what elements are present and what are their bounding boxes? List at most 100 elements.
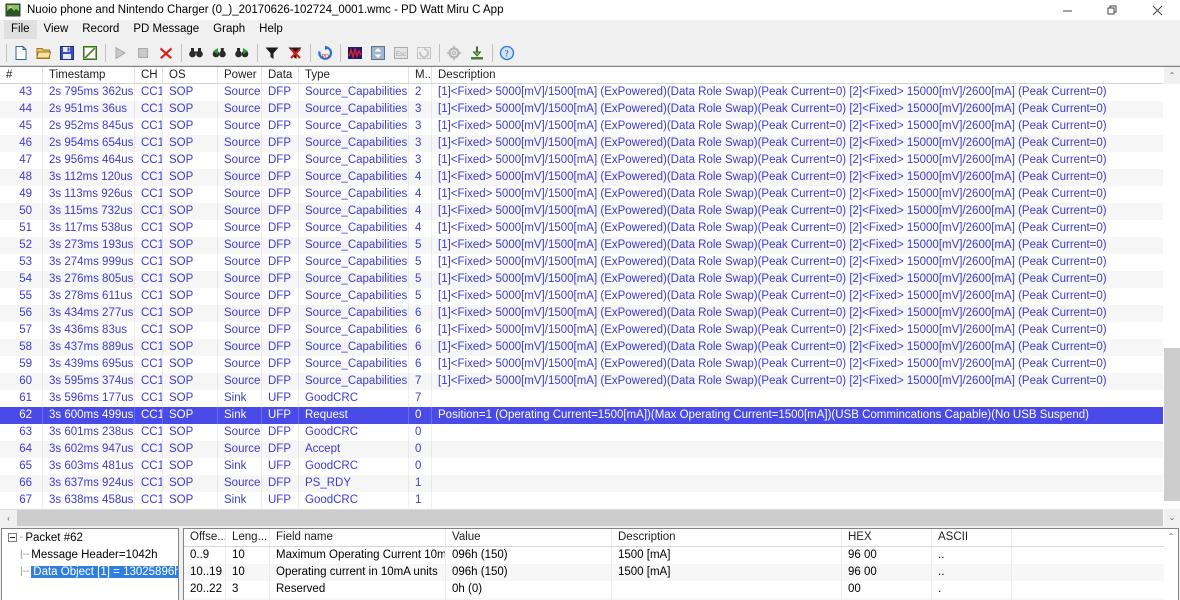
tree-root-node[interactable]: - Packet #62 <box>2 529 178 546</box>
minimize-button[interactable] <box>1045 0 1090 20</box>
packet-cell-type: Source_Capabilities <box>299 101 409 118</box>
column-header-index[interactable]: # <box>0 67 43 83</box>
packet-list-horizontal-scrollbar[interactable]: ‹ › <box>0 509 1180 526</box>
column-header-power[interactable]: Power <box>218 67 262 83</box>
packet-cell-timestamp: 3s 637ms 924us <box>43 475 135 492</box>
table-row[interactable]: 49 3s 113ms 926us CC1 SOP Source DFP Source_Ca… <box>0 186 1180 203</box>
detail-scroll-up-arrow[interactable]: ⌃ <box>1164 529 1178 543</box>
table-row[interactable]: 58 3s 437ms 889us CC1 SOP Source DFP Source_Ca… <box>0 339 1180 356</box>
table-row[interactable]: 57 3s 436ms 83us CC1 SOP Source DFP Source_Cap… <box>0 322 1180 339</box>
detail-column-description[interactable]: Description <box>612 529 842 546</box>
packet-cell-msgid: 3 <box>409 152 432 169</box>
table-row[interactable]: 55 3s 278ms 611us CC1 SOP Source DFP Source_Ca… <box>0 288 1180 305</box>
detail-table-row[interactable]: 10..19 10 Operating current in 10mA units 0… <box>184 564 1178 581</box>
table-row[interactable]: 47 2s 956ms 464us CC1 SOP Source DFP Source_Ca… <box>0 152 1180 169</box>
expand-collapse-icon[interactable] <box>367 42 389 64</box>
save-as-icon[interactable] <box>79 42 101 64</box>
menu-item-view[interactable]: View <box>37 20 76 39</box>
menu-item-graph[interactable]: Graph <box>206 20 252 39</box>
detail-vertical-scrollbar[interactable]: ⌃ <box>1164 529 1178 600</box>
find-next-icon[interactable] <box>231 42 253 64</box>
table-row[interactable]: 44 2s 951ms 36us CC1 SOP Source DFP Source_Cap… <box>0 101 1180 118</box>
new-file-icon[interactable] <box>10 42 32 64</box>
packet-cell-msgid: 6 <box>409 356 432 373</box>
waveform-graph-icon[interactable] <box>344 42 366 64</box>
table-row[interactable]: 66 3s 637ms 924us CC1 SOP Source DFP PS_RDY 1 <box>0 475 1180 492</box>
table-row[interactable]: 65 3s 603ms 481us CC1 SOP Sink UFP GoodCRC 0 <box>0 458 1180 475</box>
tree-child-message-header[interactable]: |-- Message Header=1042h <box>2 546 178 563</box>
detail-column-value[interactable]: Value <box>446 529 612 546</box>
scroll-up-arrow[interactable]: ⌃ <box>1164 67 1180 84</box>
table-row[interactable]: 61 3s 596ms 177us CC1 SOP Sink UFP GoodCRC 7 <box>0 390 1180 407</box>
collapse-toggle-icon[interactable] <box>8 533 17 542</box>
sync-icon[interactable] <box>413 42 435 64</box>
menu-item-pd-message[interactable]: PD Message <box>126 20 206 39</box>
column-header-timestamp[interactable]: Timestamp <box>43 67 135 83</box>
scroll-track-horizontal[interactable] <box>17 510 1163 526</box>
detail-column-length[interactable]: Leng... <box>226 529 270 546</box>
table-row[interactable]: 43 2s 795ms 362us CC1 SOP Source DFP Source_Ca… <box>0 84 1180 101</box>
clear-filter-icon[interactable] <box>284 42 306 64</box>
table-row[interactable]: 50 3s 115ms 732us CC1 SOP Source DFP Source_Ca… <box>0 203 1180 220</box>
scroll-thumb[interactable] <box>1164 347 1180 501</box>
stop-icon[interactable] <box>132 42 154 64</box>
settings-gear-icon[interactable] <box>443 42 465 64</box>
menu-item-record[interactable]: Record <box>75 20 126 39</box>
help-icon[interactable]: ? <box>496 42 518 64</box>
packet-list-vertical-scrollbar[interactable]: ⌃ ⌄ <box>1163 67 1180 526</box>
filter-icon[interactable] <box>261 42 283 64</box>
table-row[interactable]: 67 3s 638ms 458us CC1 SOP Sink UFP GoodCRC 1 <box>0 492 1180 509</box>
packet-list-body[interactable]: 43 2s 795ms 362us CC1 SOP Source DFP Source_Ca… <box>0 84 1180 509</box>
packet-tree-panel[interactable]: - Packet #62 |-- Message Header=1042h |-… <box>1 528 179 600</box>
export-icon[interactable] <box>466 42 488 64</box>
detail-table-row[interactable]: 0..9 10 Maximum Operating Current 10m... 09… <box>184 547 1178 564</box>
close-button[interactable] <box>1135 0 1180 20</box>
packet-cell-timestamp: 3s 638ms 458us <box>43 492 135 509</box>
escape-view-icon[interactable]: Esc <box>390 42 412 64</box>
menu-item-help[interactable]: Help <box>252 20 290 39</box>
column-header-type[interactable]: Type <box>299 67 409 83</box>
menu-item-file[interactable]: File <box>4 20 37 39</box>
packet-cell-os: SOP <box>163 237 218 254</box>
table-row[interactable]: 52 3s 273ms 193us CC1 SOP Source DFP Source_Ca… <box>0 237 1180 254</box>
column-header-msgid[interactable]: M.. <box>409 67 432 83</box>
detail-column-ascii[interactable]: ASCII <box>932 529 1012 546</box>
table-row[interactable]: 63 3s 601ms 238us CC1 SOP Source DFP GoodCRC 0 <box>0 424 1180 441</box>
column-header-data[interactable]: Data <box>262 67 299 83</box>
open-folder-icon[interactable] <box>33 42 55 64</box>
scroll-left-arrow[interactable]: ‹ <box>0 510 17 526</box>
table-row[interactable]: 62 3s 600ms 499us CC1 SOP Sink UFP Request 0 Pos… <box>0 407 1180 424</box>
column-header-ch[interactable]: CH <box>135 67 163 83</box>
scroll-down-arrow[interactable]: ⌄ <box>1164 509 1180 526</box>
table-row[interactable]: 51 3s 117ms 538us CC1 SOP Source DFP Source_Ca… <box>0 220 1180 237</box>
play-record-icon[interactable] <box>109 42 131 64</box>
tree-child-data-object[interactable]: |-- Data Object [1] = 13025896h <box>2 563 178 580</box>
detail-column-field-name[interactable]: Field name <box>270 529 446 546</box>
column-header-os[interactable]: OS <box>163 67 218 83</box>
table-row[interactable]: 60 3s 595ms 374us CC1 SOP Source DFP Source_Ca… <box>0 373 1180 390</box>
packet-cell-os: SOP <box>163 322 218 339</box>
table-row[interactable]: 46 2s 954ms 654us CC1 SOP Source DFP Source_Ca… <box>0 135 1180 152</box>
scroll-thumb-horizontal[interactable] <box>17 510 1163 526</box>
detail-table-body[interactable]: 0..9 10 Maximum Operating Current 10m... 09… <box>184 547 1178 600</box>
detail-column-hex[interactable]: HEX <box>842 529 932 546</box>
pd-refresh-icon[interactable]: PD <box>314 42 336 64</box>
scroll-track[interactable] <box>1164 84 1180 509</box>
save-icon[interactable] <box>56 42 78 64</box>
table-row[interactable]: 54 3s 276ms 805us CC1 SOP Source DFP Source_Ca… <box>0 271 1180 288</box>
table-row[interactable]: 48 3s 112ms 120us CC1 SOP Source DFP Source_Ca… <box>0 169 1180 186</box>
detail-column-offset[interactable]: Offse... <box>184 529 226 546</box>
detail-scroll-track[interactable] <box>1164 543 1178 600</box>
table-row[interactable]: 59 3s 439ms 695us CC1 SOP Source DFP Source_Ca… <box>0 356 1180 373</box>
maximize-restore-button[interactable] <box>1090 0 1135 20</box>
delete-icon[interactable] <box>155 42 177 64</box>
table-row[interactable]: 53 3s 274ms 999us CC1 SOP Source DFP Source_Ca… <box>0 254 1180 271</box>
table-row[interactable]: 45 2s 952ms 845us CC1 SOP Source DFP Source_Ca… <box>0 118 1180 135</box>
find-previous-icon[interactable] <box>208 42 230 64</box>
detail-table-row[interactable]: 20..22 3 Reserved 0h (0) 00. <box>184 581 1178 598</box>
table-row[interactable]: 56 3s 434ms 277us CC1 SOP Source DFP Source_Ca… <box>0 305 1180 322</box>
table-row[interactable]: 64 3s 602ms 947us CC1 SOP Source DFP Accept 0 <box>0 441 1180 458</box>
packet-cell-data: DFP <box>262 186 299 203</box>
column-header-description[interactable]: Description <box>432 67 1172 83</box>
find-icon[interactable] <box>185 42 207 64</box>
